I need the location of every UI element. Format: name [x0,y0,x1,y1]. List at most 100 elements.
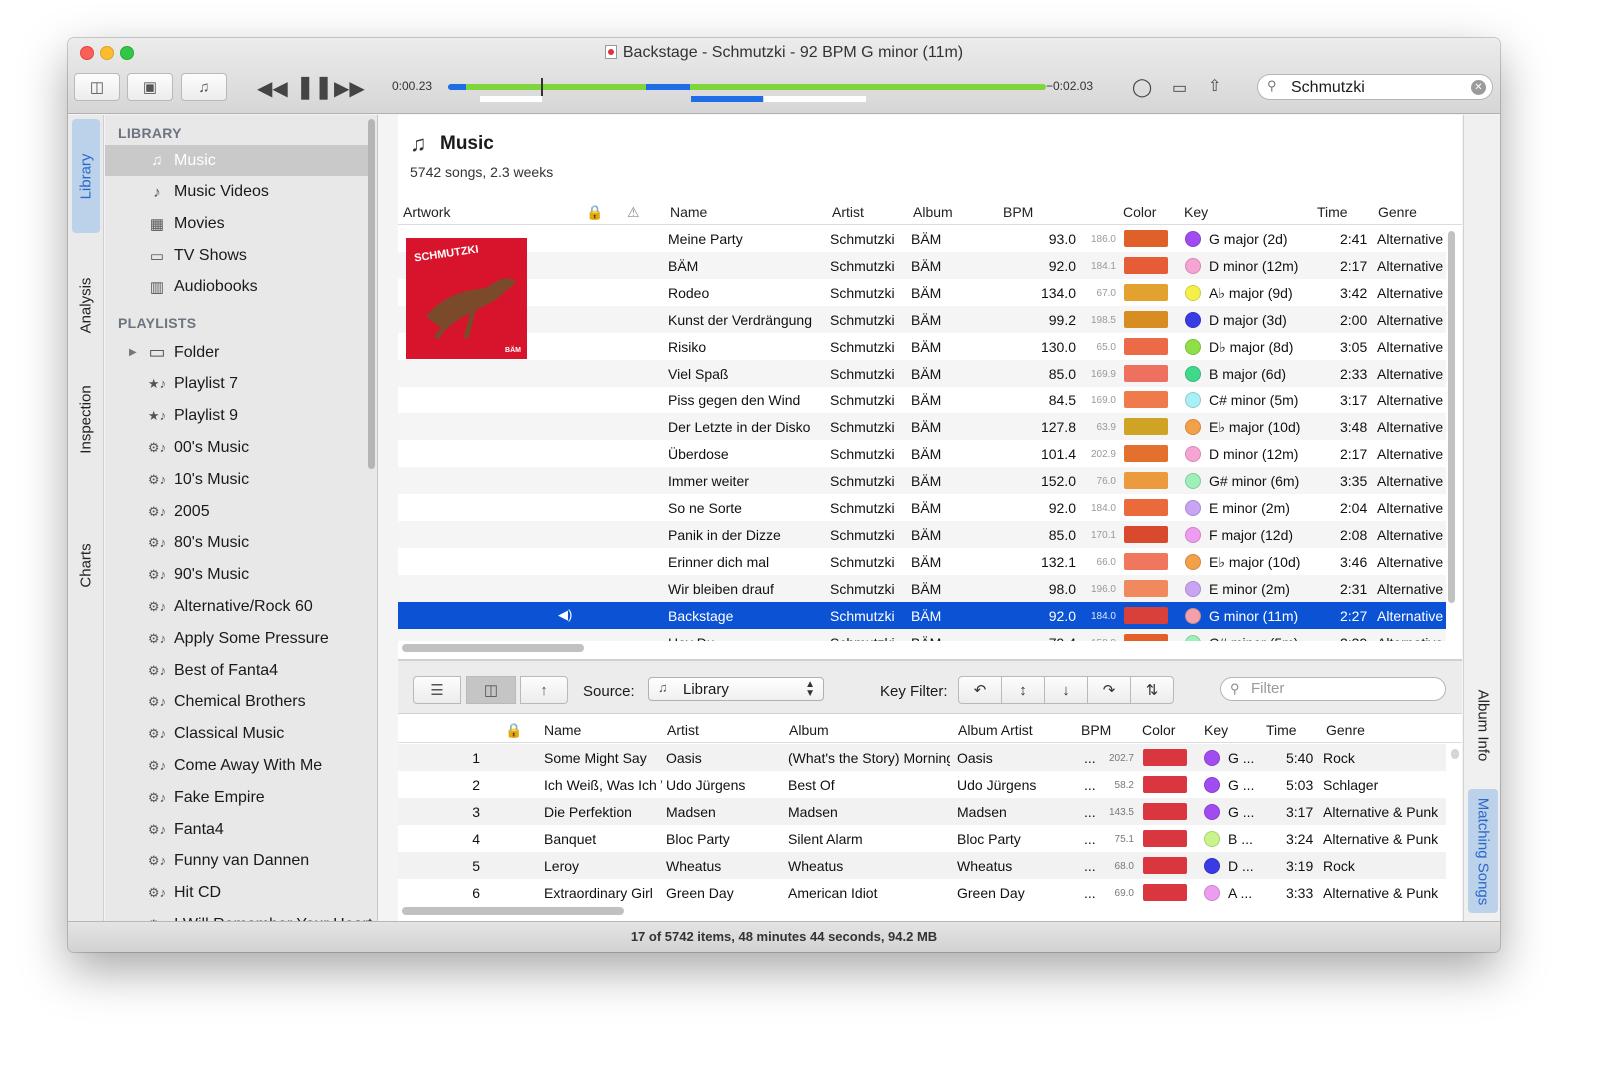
disclosure-triangle-icon[interactable]: ▶ [129,347,137,358]
track-row[interactable]: Immer weiter Schmutzki BÄM 152.0 76.0 G# mino… [398,467,1446,495]
track-row[interactable]: Panik in der Dizze Schmutzki BÄM 85.0 170.1 F… [398,520,1446,548]
playlist-item-80-s-music[interactable]: ⚙♪ 80's Music [105,528,375,559]
share-button[interactable]: ⇧ [1208,76,1221,96]
playlist-item-come-away-with-me[interactable]: ⚙♪ Come Away With Me [105,750,375,781]
filter-input[interactable] [1251,680,1431,697]
matching-scrollbar[interactable] [1451,749,1459,759]
search-field[interactable]: ⚲ Schmutzki ✕ [1257,74,1493,100]
sidebar-item-tv-shows[interactable]: ▭ TV Shows [105,240,375,271]
airplay-button[interactable]: ▭ [1172,78,1187,98]
source-select[interactable]: ♫ Library ▲ ▼ [648,677,824,701]
playlist-item-hit-cd[interactable]: ⚙♪ Hit CD [105,878,375,909]
track-table-hscrollbar[interactable] [402,644,584,652]
track-row[interactable]: Erinner dich mal Schmutzki BÄM 132.1 66.0 E♭ … [398,548,1446,575]
settings-button[interactable]: ☰ [413,676,461,704]
key-filter-3[interactable]: ↓ [1044,676,1088,704]
matching-row[interactable]: 4 Banquet Bloc Party Silent Alarm Bloc Party… [398,825,1446,852]
tab-matching-songs[interactable]: Matching Songs [1468,789,1498,913]
playlist-item-playlist-9[interactable]: ★♪ Playlist 9 [105,401,375,432]
next-button[interactable]: ▶▶ [334,76,365,101]
playlist-item-alternative-rock-60[interactable]: ⚙♪ Alternative/Rock 60 [105,591,375,622]
column-artist[interactable]: Artist [832,204,864,220]
key-filter-2[interactable]: ↕ [1001,676,1045,704]
playlist-item-10-s-music[interactable]: ⚙♪ 10's Music [105,464,375,495]
matching-hscrollbar[interactable] [402,907,624,915]
m-column-album-artist[interactable]: Album Artist [958,722,1033,738]
track-row[interactable]: So ne Sorte Schmutzki BÄM 92.0 184.0 E minor … [398,494,1446,521]
lock-icon[interactable]: 🔒 [586,204,603,221]
column-color[interactable]: Color [1123,204,1156,220]
sidebar-item-movies[interactable]: ▦ Movies [105,208,375,239]
track-row[interactable]: Meine Party Schmutzki BÄM 93.0 186.0 G major … [398,225,1446,252]
zoom-button[interactable]: ◯ [1132,77,1152,98]
track-table-scrollbar[interactable] [1448,231,1455,603]
track-row[interactable]: Piss gegen den Wind Schmutzki BÄM 84.5 169.0… [398,386,1446,413]
m-column-genre[interactable]: Genre [1326,722,1365,738]
column-genre[interactable]: Genre [1378,204,1417,220]
playlist-item-fanta4[interactable]: ⚙♪ Fanta4 [105,814,375,845]
sidebar-item-audiobooks[interactable]: ▥ Audiobooks [105,272,375,303]
track-row[interactable]: Kunst der Verdrängung Schmutzki BÄM 99.2 198… [398,305,1446,333]
m-column-artist[interactable]: Artist [667,722,699,738]
track-row[interactable]: Risiko Schmutzki BÄM 130.0 65.0 D♭ major (8d)… [398,333,1446,360]
playlist-item-funny-van-dannen[interactable]: ⚙♪ Funny van Dannen [105,846,375,877]
m-column-color[interactable]: Color [1142,722,1175,738]
toggle-sidebar-button[interactable]: ◫ [74,73,120,101]
m-column-bpm[interactable]: BPM [1081,722,1111,738]
sidebar-item-music-videos[interactable]: ♪ Music Videos [105,177,375,208]
add-music-button[interactable]: ♫ [181,73,227,101]
matching-row[interactable]: 3 Die Perfektion Madsen Madsen Madsen... G ..… [398,797,1446,825]
key-filter-5[interactable]: ⇅ [1130,676,1174,704]
now-playing-row[interactable]: ◀) Backstage Schmutzki BÄM 92.0 184.0 G minor … [398,601,1446,629]
tab-charts[interactable]: Charts [72,515,100,615]
matching-row[interactable]: 5 Leroy Wheatus Wheatus Wheatus... D ... 3:19 R… [398,851,1446,879]
key-filter-4[interactable]: ↷ [1087,676,1131,704]
playlist-item-best-of-fanta4[interactable]: ⚙♪ Best of Fanta4 [105,655,375,686]
previous-button[interactable]: ◀◀ [257,76,288,101]
matching-row[interactable]: 6 Extraordinary Girl Green Day American Idi… [398,879,1446,905]
compare-button[interactable]: ◫ [466,676,516,704]
column-album[interactable]: Album [913,204,953,220]
lock-column-icon[interactable]: 🔒 [505,722,522,739]
column-key[interactable]: Key [1184,204,1208,220]
track-row[interactable]: Hey Du SchmutzkiBÄM 79.4158.8 C# minor (5m)… [398,628,1446,641]
m-column-time[interactable]: Time [1266,722,1297,738]
playhead[interactable] [541,78,543,96]
column-artwork[interactable]: Artwork [403,204,450,220]
sort-button[interactable]: ↑ [520,676,568,704]
toggle-browser-button[interactable]: ▣ [127,73,173,101]
sidebar-scrollbar[interactable] [368,119,375,469]
tab-analysis[interactable]: Analysis [72,255,100,355]
matching-row[interactable]: 2Ich Weiß, Was Ich WillUdo JürgensBest O… [398,771,1446,798]
album-artwork[interactable]: SCHMUTZKI BÄM [406,238,527,359]
tab-album-info[interactable]: Album Info [1468,675,1498,775]
playlist-item-fake-empire[interactable]: ⚙♪ Fake Empire [105,782,375,813]
track-row[interactable]: Wir bleiben drauf Schmutzki BÄM 98.0 196.0 E … [398,574,1446,602]
column-time[interactable]: Time [1317,204,1348,220]
playlist-item-90-s-music[interactable]: ⚙♪ 90's Music [105,560,375,591]
sidebar-item-music[interactable]: ♫ Music [105,145,375,176]
track-row[interactable]: Rodeo Schmutzki BÄM 134.0 67.0 A♭ major (9d) 3… [398,279,1446,306]
track-row[interactable]: BÄM Schmutzki BÄM 92.0 184.1 D minor (12m) 2:1… [398,251,1446,279]
warning-icon[interactable]: ⚠ [627,204,640,221]
search-value[interactable]: Schmutzki [1291,79,1365,97]
clear-search-icon[interactable]: ✕ [1471,80,1486,95]
tab-inspection[interactable]: Inspection [72,369,100,469]
playlist-item-playlist-7[interactable]: ★♪ Playlist 7 [105,369,375,400]
playlist-item-classical-music[interactable]: ⚙♪ Classical Music [105,719,375,750]
key-filter-1[interactable]: ↶ [958,676,1002,704]
column-name[interactable]: Name [670,204,707,220]
track-row[interactable]: Der Letzte in der Disko Schmutzki BÄM 127.8… [398,413,1446,441]
playlist-item-00-s-music[interactable]: ⚙♪ 00's Music [105,432,375,463]
filter-field[interactable]: ⚲ [1220,677,1446,701]
playlist-item-i-will-remember-your-heart[interactable]: ⚙♪I Will Remember Your Heart [105,909,375,921]
pause-button[interactable]: ❚❚ [296,74,333,100]
playlist-item-apply-some-pressure[interactable]: ⚙♪ Apply Some Pressure [105,623,375,654]
playlist-item-2005[interactable]: ⚙♪ 2005 [105,496,375,527]
m-column-name[interactable]: Name [544,722,581,738]
playlist-item-folder[interactable]: ▶ ▭ Folder [105,337,375,368]
m-column-album[interactable]: Album [789,722,829,738]
track-row[interactable]: Überdose Schmutzki BÄM 101.4 202.9 D minor (1… [398,440,1446,467]
track-row[interactable]: Viel Spaß Schmutzki BÄM 85.0 169.9 B major (6… [398,359,1446,387]
m-column-key[interactable]: Key [1204,722,1228,738]
